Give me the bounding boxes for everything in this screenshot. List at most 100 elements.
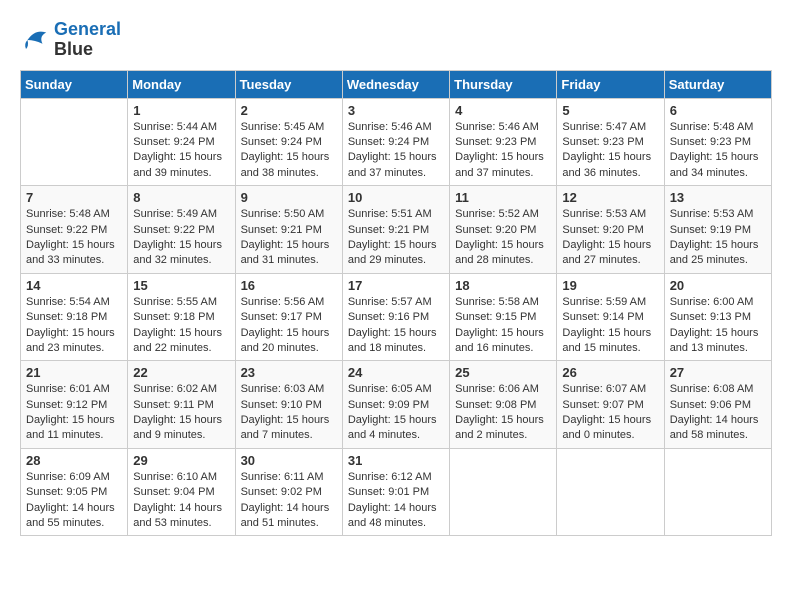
day-info: Sunrise: 6:12 AMSunset: 9:01 PMDaylight:… — [348, 470, 444, 532]
day-number: 4 — [455, 103, 551, 118]
day-number: 26 — [562, 365, 658, 380]
calendar-cell: 12Sunrise: 5:53 AMSunset: 9:20 PMDayligh… — [557, 186, 664, 274]
calendar-table: SundayMondayTuesdayWednesdayThursdayFrid… — [20, 70, 772, 537]
day-number: 29 — [133, 453, 229, 468]
calendar-cell: 28 Sunrise: 6:09 AMSunset: 9:05 PMDayligh… — [21, 448, 128, 536]
day-number: 5 — [562, 103, 658, 118]
calendar-cell: 24 Sunrise: 6:05 AMSunset: 9:09 PMDayligh… — [342, 361, 449, 449]
day-number: 30 — [241, 453, 337, 468]
weekday-header-monday: Monday — [128, 70, 235, 98]
calendar-cell: 16 Sunrise: 5:56 AMSunset: 9:17 PMDayligh… — [235, 273, 342, 361]
calendar-cell — [664, 448, 771, 536]
calendar-cell: 30 Sunrise: 6:11 AMSunset: 9:02 PMDayligh… — [235, 448, 342, 536]
weekday-header-saturday: Saturday — [664, 70, 771, 98]
week-row-3: 14 Sunrise: 5:54 AMSunset: 9:18 PMDayligh… — [21, 273, 772, 361]
day-info: Sunrise: 5:48 AMSunset: 9:23 PMDaylight:… — [670, 120, 766, 182]
day-number: 27 — [670, 365, 766, 380]
day-number: 17 — [348, 278, 444, 293]
day-info: Sunrise: 6:07 AMSunset: 9:07 PMDaylight:… — [562, 382, 658, 444]
day-info: Sunrise: 6:00 AMSunset: 9:13 PMDaylight:… — [670, 295, 766, 357]
day-info: Sunrise: 5:55 AMSunset: 9:18 PMDaylight:… — [133, 295, 229, 357]
day-number: 15 — [133, 278, 229, 293]
day-number: 23 — [241, 365, 337, 380]
day-number: 6 — [670, 103, 766, 118]
day-info: Sunrise: 5:52 AMSunset: 9:20 PMDaylight:… — [455, 207, 551, 269]
day-number: 10 — [348, 190, 444, 205]
day-number: 7 — [26, 190, 122, 205]
calendar-cell: 4 Sunrise: 5:46 AMSunset: 9:23 PMDaylight… — [450, 98, 557, 186]
day-info: Sunrise: 5:58 AMSunset: 9:15 PMDaylight:… — [455, 295, 551, 357]
day-info: Sunrise: 5:46 AMSunset: 9:23 PMDaylight:… — [455, 120, 551, 182]
calendar-cell: 9Sunrise: 5:50 AMSunset: 9:21 PMDaylight… — [235, 186, 342, 274]
day-info: Sunrise: 6:08 AMSunset: 9:06 PMDaylight:… — [670, 382, 766, 444]
calendar-cell: 18 Sunrise: 5:58 AMSunset: 9:15 PMDayligh… — [450, 273, 557, 361]
day-info: Sunrise: 5:59 AMSunset: 9:14 PMDaylight:… — [562, 295, 658, 357]
day-info: Sunrise: 6:10 AMSunset: 9:04 PMDaylight:… — [133, 470, 229, 532]
week-row-2: 7Sunrise: 5:48 AMSunset: 9:22 PMDaylight… — [21, 186, 772, 274]
calendar-cell: 1 Sunrise: 5:44 AMSunset: 9:24 PMDaylight… — [128, 98, 235, 186]
calendar-cell: 15 Sunrise: 5:55 AMSunset: 9:18 PMDayligh… — [128, 273, 235, 361]
day-info: Sunrise: 5:49 AMSunset: 9:22 PMDaylight:… — [133, 207, 229, 269]
calendar-cell: 25 Sunrise: 6:06 AMSunset: 9:08 PMDayligh… — [450, 361, 557, 449]
day-number: 3 — [348, 103, 444, 118]
logo: General Blue — [20, 20, 121, 60]
day-number: 22 — [133, 365, 229, 380]
day-info: Sunrise: 6:03 AMSunset: 9:10 PMDaylight:… — [241, 382, 337, 444]
weekday-header-sunday: Sunday — [21, 70, 128, 98]
day-number: 18 — [455, 278, 551, 293]
day-number: 13 — [670, 190, 766, 205]
day-info: Sunrise: 5:44 AMSunset: 9:24 PMDaylight:… — [133, 120, 229, 182]
day-number: 16 — [241, 278, 337, 293]
week-row-5: 28 Sunrise: 6:09 AMSunset: 9:05 PMDayligh… — [21, 448, 772, 536]
day-info: Sunrise: 5:51 AMSunset: 9:21 PMDaylight:… — [348, 207, 444, 269]
calendar-cell: 23 Sunrise: 6:03 AMSunset: 9:10 PMDayligh… — [235, 361, 342, 449]
day-number: 9 — [241, 190, 337, 205]
day-info: Sunrise: 6:05 AMSunset: 9:09 PMDaylight:… — [348, 382, 444, 444]
day-number: 12 — [562, 190, 658, 205]
weekday-header-friday: Friday — [557, 70, 664, 98]
day-number: 1 — [133, 103, 229, 118]
page-header: General Blue — [20, 20, 772, 60]
calendar-cell: 27 Sunrise: 6:08 AMSunset: 9:06 PMDayligh… — [664, 361, 771, 449]
calendar-cell: 7Sunrise: 5:48 AMSunset: 9:22 PMDaylight… — [21, 186, 128, 274]
day-info: Sunrise: 6:11 AMSunset: 9:02 PMDaylight:… — [241, 470, 337, 532]
calendar-cell — [557, 448, 664, 536]
weekday-header-tuesday: Tuesday — [235, 70, 342, 98]
week-row-4: 21Sunrise: 6:01 AMSunset: 9:12 PMDayligh… — [21, 361, 772, 449]
day-number: 2 — [241, 103, 337, 118]
calendar-cell: 20 Sunrise: 6:00 AMSunset: 9:13 PMDayligh… — [664, 273, 771, 361]
day-number: 31 — [348, 453, 444, 468]
day-number: 25 — [455, 365, 551, 380]
day-info: Sunrise: 5:53 AMSunset: 9:19 PMDaylight:… — [670, 207, 766, 269]
calendar-cell: 13 Sunrise: 5:53 AMSunset: 9:19 PMDayligh… — [664, 186, 771, 274]
day-info: Sunrise: 6:09 AMSunset: 9:05 PMDaylight:… — [26, 470, 122, 532]
calendar-cell: 14 Sunrise: 5:54 AMSunset: 9:18 PMDayligh… — [21, 273, 128, 361]
calendar-cell: 19 Sunrise: 5:59 AMSunset: 9:14 PMDayligh… — [557, 273, 664, 361]
day-number: 8 — [133, 190, 229, 205]
calendar-cell: 3Sunrise: 5:46 AMSunset: 9:24 PMDaylight… — [342, 98, 449, 186]
day-number: 11 — [455, 190, 551, 205]
day-info: Sunrise: 6:01 AMSunset: 9:12 PMDaylight:… — [26, 382, 122, 444]
calendar-cell: 10 Sunrise: 5:51 AMSunset: 9:21 PMDayligh… — [342, 186, 449, 274]
day-info: Sunrise: 5:56 AMSunset: 9:17 PMDaylight:… — [241, 295, 337, 357]
calendar-cell: 26 Sunrise: 6:07 AMSunset: 9:07 PMDayligh… — [557, 361, 664, 449]
day-number: 20 — [670, 278, 766, 293]
day-number: 24 — [348, 365, 444, 380]
calendar-cell: 6 Sunrise: 5:48 AMSunset: 9:23 PMDaylight… — [664, 98, 771, 186]
calendar-cell: 22 Sunrise: 6:02 AMSunset: 9:11 PMDayligh… — [128, 361, 235, 449]
calendar-cell — [21, 98, 128, 186]
day-number: 19 — [562, 278, 658, 293]
day-number: 14 — [26, 278, 122, 293]
weekday-header-wednesday: Wednesday — [342, 70, 449, 98]
week-row-1: 1 Sunrise: 5:44 AMSunset: 9:24 PMDaylight… — [21, 98, 772, 186]
day-info: Sunrise: 5:47 AMSunset: 9:23 PMDaylight:… — [562, 120, 658, 182]
day-info: Sunrise: 5:57 AMSunset: 9:16 PMDaylight:… — [348, 295, 444, 357]
day-info: Sunrise: 5:54 AMSunset: 9:18 PMDaylight:… — [26, 295, 122, 357]
calendar-cell — [450, 448, 557, 536]
calendar-cell: 31 Sunrise: 6:12 AMSunset: 9:01 PMDayligh… — [342, 448, 449, 536]
day-number: 28 — [26, 453, 122, 468]
calendar-cell: 21Sunrise: 6:01 AMSunset: 9:12 PMDayligh… — [21, 361, 128, 449]
day-info: Sunrise: 6:02 AMSunset: 9:11 PMDaylight:… — [133, 382, 229, 444]
calendar-cell: 11 Sunrise: 5:52 AMSunset: 9:20 PMDayligh… — [450, 186, 557, 274]
day-info: Sunrise: 6:06 AMSunset: 9:08 PMDaylight:… — [455, 382, 551, 444]
